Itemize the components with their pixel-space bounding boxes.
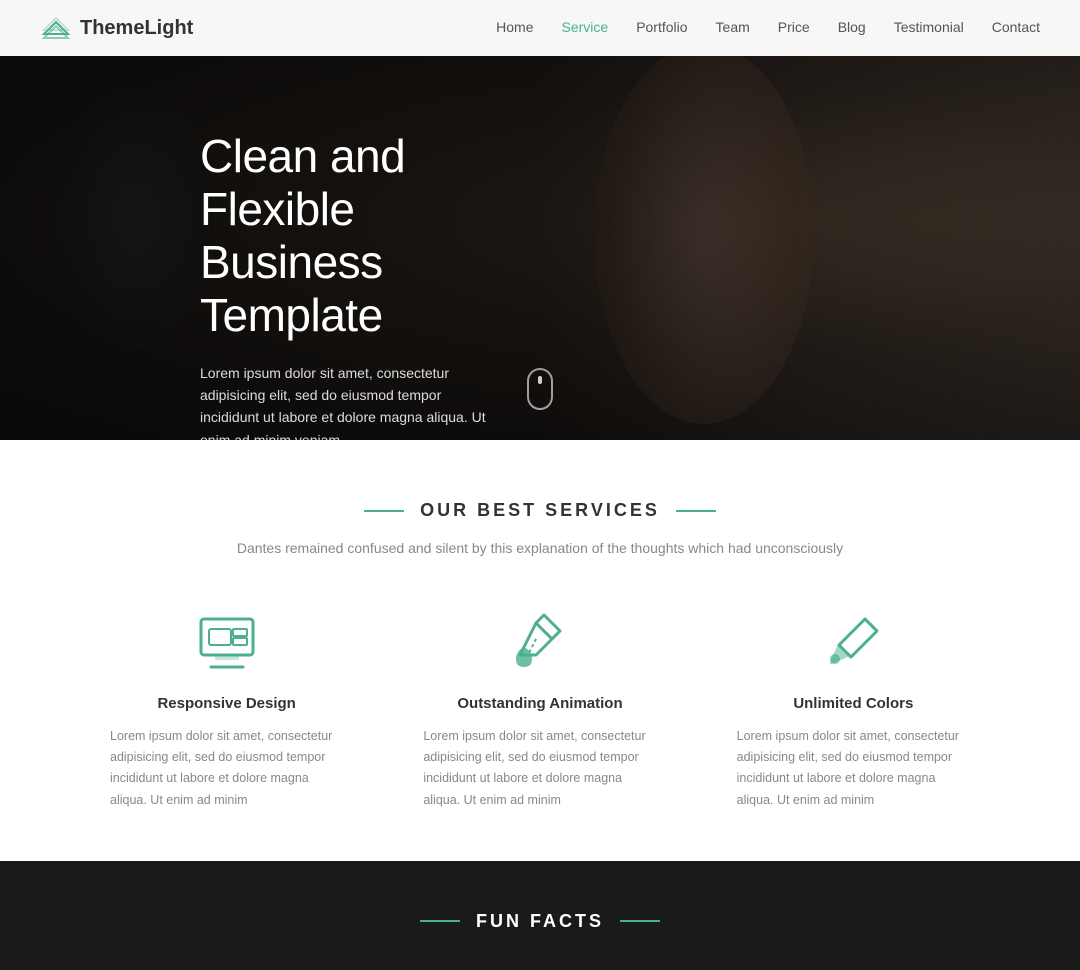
nav-price[interactable]: Price bbox=[778, 19, 810, 37]
service-desc-animation: Lorem ipsum dolor sit amet, consectetur … bbox=[423, 726, 656, 811]
nav-links: Home Service Portfolio Team Price Blog T… bbox=[496, 19, 1040, 37]
monitor-icon bbox=[195, 611, 259, 675]
service-name-responsive: Responsive Design bbox=[110, 695, 343, 712]
scroll-indicator[interactable] bbox=[527, 368, 553, 410]
nav-testimonial[interactable]: Testimonial bbox=[894, 19, 964, 37]
hero-content: Clean and Flexible Business Template Lor… bbox=[0, 0, 700, 440]
nav-service[interactable]: Service bbox=[562, 19, 609, 37]
nav-team[interactable]: Team bbox=[716, 19, 750, 37]
fun-facts-line-right bbox=[620, 920, 660, 922]
scroll-dot bbox=[538, 376, 542, 384]
navbar: ThemeLight Home Service Portfolio Team P… bbox=[0, 0, 1080, 56]
logo[interactable]: ThemeLight bbox=[40, 12, 193, 44]
services-section: OUR BEST SERVICES Dantes remained confus… bbox=[0, 440, 1080, 861]
nav-contact[interactable]: Contact bbox=[992, 19, 1040, 37]
logo-icon bbox=[40, 12, 72, 44]
nav-portfolio[interactable]: Portfolio bbox=[636, 19, 687, 37]
services-grid: Responsive Design Lorem ipsum dolor sit … bbox=[90, 611, 990, 811]
service-card-responsive: Responsive Design Lorem ipsum dolor sit … bbox=[90, 611, 363, 811]
section-line-left bbox=[364, 510, 404, 512]
fun-facts-line-left bbox=[420, 920, 460, 922]
logo-text: ThemeLight bbox=[80, 17, 193, 40]
hero-title: Clean and Flexible Business Template bbox=[200, 130, 500, 342]
services-title: OUR BEST SERVICES bbox=[420, 500, 660, 521]
hero-description: Lorem ipsum dolor sit amet, consectetur … bbox=[200, 362, 500, 440]
nav-blog[interactable]: Blog bbox=[838, 19, 866, 37]
section-line-right bbox=[676, 510, 716, 512]
animation-icon bbox=[508, 611, 572, 675]
fun-facts-title: FUN FACTS bbox=[476, 911, 604, 932]
services-description: Dantes remained confused and silent by t… bbox=[40, 537, 1040, 561]
services-header: OUR BEST SERVICES bbox=[40, 500, 1040, 521]
service-name-colors: Unlimited Colors bbox=[737, 695, 970, 712]
service-card-colors: Unlimited Colors Lorem ipsum dolor sit a… bbox=[717, 611, 990, 811]
fun-facts-section: FUN FACTS bbox=[0, 861, 1080, 970]
service-name-animation: Outstanding Animation bbox=[423, 695, 656, 712]
service-card-animation: Outstanding Animation Lorem ipsum dolor … bbox=[403, 611, 676, 811]
service-desc-responsive: Lorem ipsum dolor sit amet, consectetur … bbox=[110, 726, 343, 811]
hero-section: Clean and Flexible Business Template Lor… bbox=[0, 0, 1080, 440]
service-desc-colors: Lorem ipsum dolor sit amet, consectetur … bbox=[737, 726, 970, 811]
fun-facts-header: FUN FACTS bbox=[40, 911, 1040, 932]
nav-home[interactable]: Home bbox=[496, 19, 533, 37]
paint-icon bbox=[821, 611, 885, 675]
